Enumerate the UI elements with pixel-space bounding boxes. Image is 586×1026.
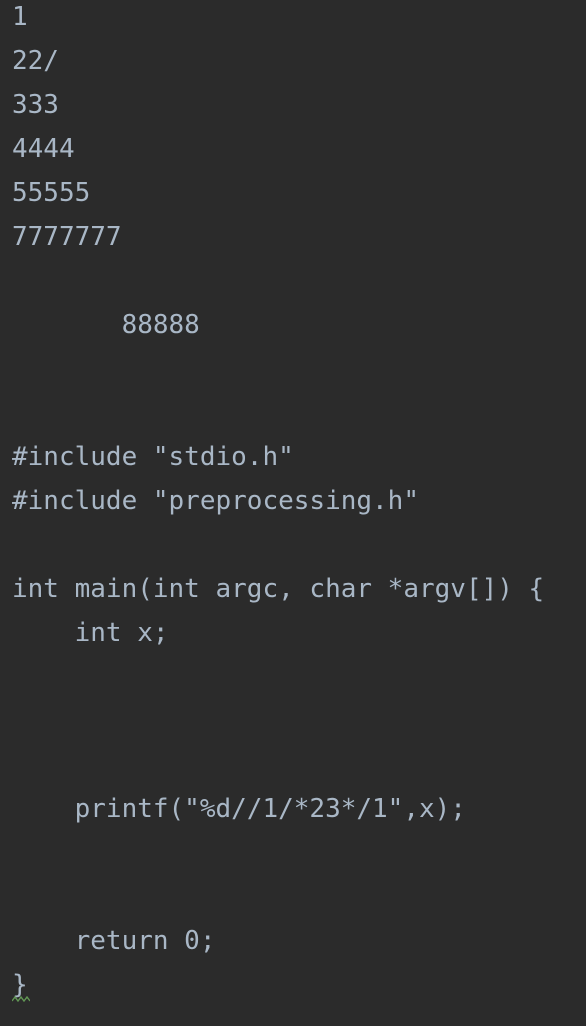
code-line-5: 55555 xyxy=(12,178,91,208)
code-line-1: 1 xyxy=(12,2,28,32)
code-line-6: 7777777 xyxy=(12,222,122,252)
code-line-3: 333 xyxy=(12,90,59,120)
code-line-22: return 0; xyxy=(12,926,216,956)
code-line-2: 22/ xyxy=(12,46,59,76)
code-line-11: #include "stdio.h" xyxy=(12,442,294,472)
code-line-19: printf("%d//1/*23*/1",x); xyxy=(12,794,466,824)
code-line-15: int x; xyxy=(12,618,169,648)
warning-squiggle-icon xyxy=(12,996,30,1002)
code-line-8: 88888 xyxy=(12,310,200,340)
code-line-14: int main(int argc, char *argv[]) { xyxy=(12,574,545,604)
code-line-12: #include "preprocessing.h" xyxy=(12,486,419,516)
code-editor[interactable]: 1 22/ 333 4444 55555 7777777 88888 #incl… xyxy=(0,0,586,1026)
code-line-4: 4444 xyxy=(12,134,75,164)
